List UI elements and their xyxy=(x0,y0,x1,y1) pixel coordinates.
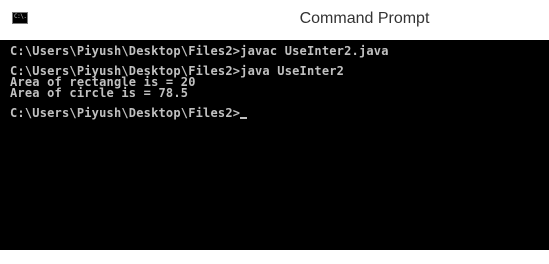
console-line-circle-area: Area of circle is = 78.5 xyxy=(10,86,189,100)
window-bottom-edge xyxy=(0,250,549,264)
window-title: Command Prompt xyxy=(299,10,430,27)
console-prompt: C:\Users\Piyush\Desktop\Files2> xyxy=(10,106,241,120)
console-output[interactable]: C:\Users\Piyush\Desktop\Files2>javac Use… xyxy=(0,40,549,250)
console-prompt-line[interactable]: C:\Users\Piyush\Desktop\Files2> xyxy=(10,106,549,120)
command-prompt-window: C:\. Command Prompt C:\Users\Piyush\Desk… xyxy=(0,0,549,264)
text-cursor xyxy=(240,117,248,119)
title-bar[interactable]: C:\. Command Prompt xyxy=(0,0,549,40)
console-line-javac-command: C:\Users\Piyush\Desktop\Files2>javac Use… xyxy=(10,44,389,58)
